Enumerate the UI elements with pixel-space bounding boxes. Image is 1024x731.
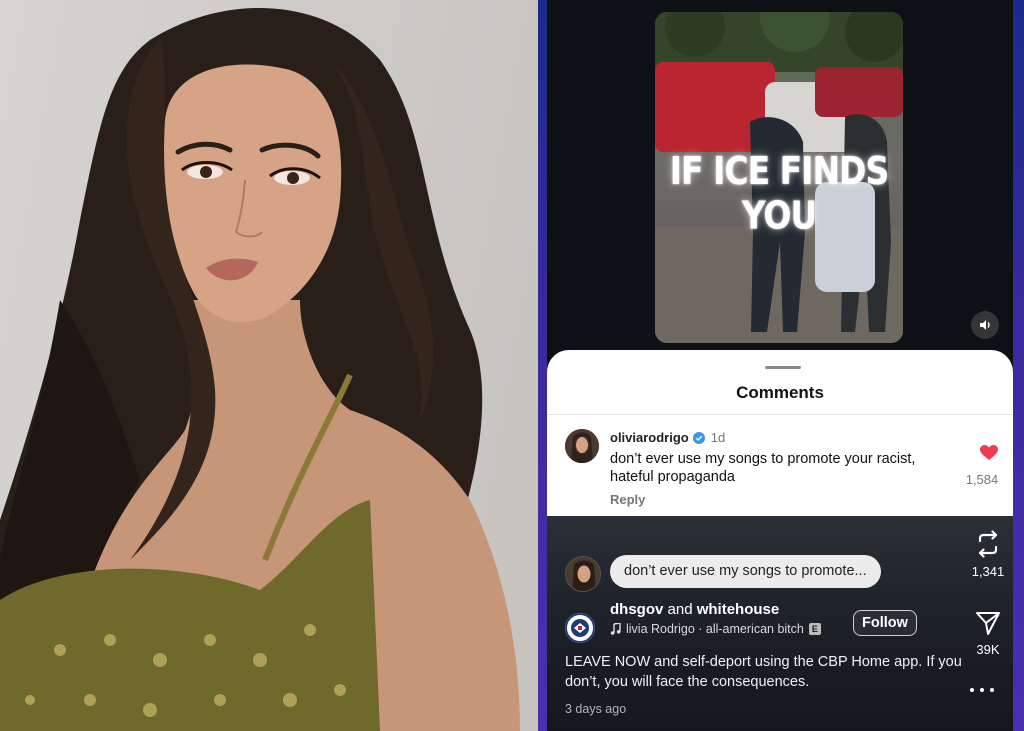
speaker-icon bbox=[980, 320, 990, 330]
repost-action[interactable]: 1,341 bbox=[963, 530, 1013, 579]
commenter-avatar[interactable] bbox=[565, 429, 599, 463]
verified-badge-icon bbox=[692, 431, 705, 444]
dhs-seal-icon bbox=[565, 613, 595, 643]
comment-author[interactable]: oliviarodrigo 1d bbox=[610, 430, 725, 445]
comment-text: don’t ever use my songs to promote your … bbox=[610, 451, 916, 485]
send-icon bbox=[976, 612, 1000, 635]
sheet-drag-handle[interactable] bbox=[765, 366, 801, 369]
reel-footer: don’t ever use my songs to promote... dh… bbox=[547, 516, 1013, 731]
reel-accounts[interactable]: dhsgov and whitehouse bbox=[610, 601, 779, 618]
comments-sheet: Comments oliviarodrigo 1d don’t ever use bbox=[547, 350, 1013, 516]
comment-like-count: 1,584 bbox=[965, 472, 999, 487]
instagram-reel-screen: IF ICE FINDS YOU Comments oliviarodrigo … bbox=[547, 0, 1013, 731]
dhs-seal-avatar[interactable] bbox=[565, 613, 595, 643]
quoted-comment-bubble[interactable]: don’t ever use my songs to promote... bbox=[610, 555, 881, 588]
avatar-portrait-icon bbox=[565, 429, 599, 463]
account-whitehouse[interactable]: whitehouse bbox=[697, 601, 780, 618]
share-count: 39K bbox=[976, 642, 1000, 657]
quoted-comment-avatar[interactable] bbox=[565, 556, 601, 592]
comment-age: 1d bbox=[710, 430, 726, 445]
repost-count: 1,341 bbox=[971, 564, 1005, 579]
portrait-illustration bbox=[0, 8, 520, 731]
phone-screenshot-frame: IF ICE FINDS YOU Comments oliviarodrigo … bbox=[538, 0, 1024, 731]
comment-username[interactable]: oliviarodrigo bbox=[610, 430, 689, 445]
portrait-photo bbox=[0, 0, 538, 731]
comments-title: Comments bbox=[736, 383, 824, 402]
explicit-badge: E bbox=[808, 623, 821, 635]
reel-audio[interactable]: livia Rodrigo · all-american bitch E bbox=[610, 622, 821, 636]
sheet-divider bbox=[547, 414, 1013, 415]
reel-timestamp: 3 days ago bbox=[565, 702, 627, 716]
avatar-portrait-icon bbox=[566, 557, 600, 591]
account-joiner: and bbox=[667, 601, 693, 618]
more-options-icon[interactable] bbox=[970, 686, 994, 694]
account-dhsgov[interactable]: dhsgov bbox=[610, 601, 663, 618]
video-overlay-caption: IF ICE FINDS YOU bbox=[669, 148, 889, 238]
heart-icon[interactable] bbox=[980, 445, 998, 461]
reel-video-preview[interactable]: IF ICE FINDS YOU bbox=[655, 12, 903, 343]
music-note-icon bbox=[610, 623, 621, 635]
audio-track-label: livia Rodrigo · all-american bitch bbox=[626, 622, 804, 636]
reel-caption: LEAVE NOW and self-deport using the CBP … bbox=[565, 654, 962, 690]
mute-toggle-button[interactable] bbox=[971, 311, 999, 339]
follow-button[interactable]: Follow bbox=[853, 610, 917, 636]
repost-icon bbox=[978, 530, 998, 558]
reply-button[interactable]: Reply bbox=[610, 492, 645, 507]
share-action[interactable]: 39K bbox=[963, 610, 1013, 657]
